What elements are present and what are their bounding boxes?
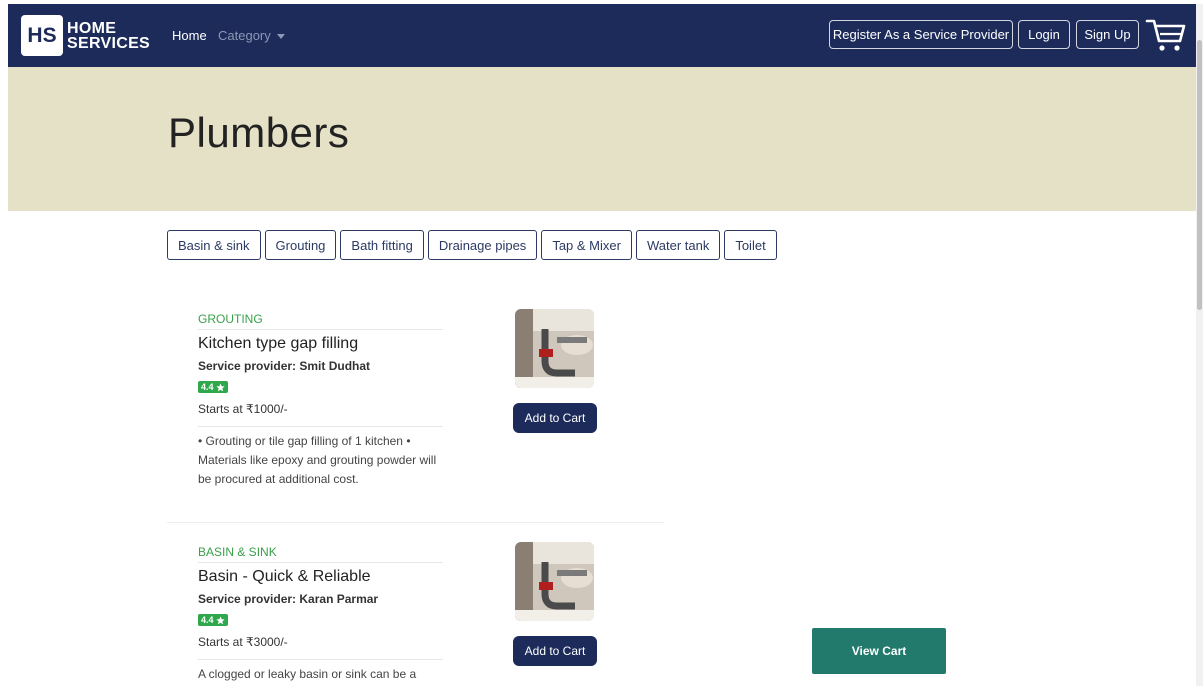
rating-value: 4.4 xyxy=(201,382,214,392)
service-image xyxy=(515,542,594,621)
caret-down-icon xyxy=(276,34,285,40)
service-description: A clogged or leaky basin or sink can be … xyxy=(198,667,417,681)
tab-tap-mixer[interactable]: Tap & Mixer xyxy=(541,230,632,260)
service-provider: Service provider: Karan Parmar xyxy=(198,592,379,606)
service-card: GROUTING Kitchen type gap filling Servic… xyxy=(198,312,443,489)
service-title: Kitchen type gap filling xyxy=(198,335,359,352)
tab-drainage-pipes[interactable]: Drainage pipes xyxy=(427,230,538,260)
tab-bath-fitting[interactable]: Bath fitting xyxy=(340,230,424,260)
cart-icon[interactable] xyxy=(1145,17,1187,53)
hero-banner: Plumbers xyxy=(8,67,1196,211)
register-provider-button[interactable]: Register As a Service Provider xyxy=(829,20,1013,49)
navbar: HS HOME SERVICES Home Category Register … xyxy=(8,4,1196,67)
nav-category-dropdown[interactable]: Category xyxy=(218,28,285,43)
service-description: • Grouting or tile gap filling of 1 kitc… xyxy=(198,434,437,486)
service-image xyxy=(515,309,594,388)
tab-grouting[interactable]: Grouting xyxy=(264,230,337,260)
rating-badge: 4.4 xyxy=(198,614,228,626)
service-provider: Service provider: Smit Dudhat xyxy=(198,359,371,373)
vertical-scrollbar[interactable] xyxy=(1196,4,1203,686)
logo-line-1: HOME xyxy=(67,19,117,37)
tab-basin-sink[interactable]: Basin & sink xyxy=(167,230,261,260)
rating-value: 4.4 xyxy=(201,615,214,625)
brand-logo[interactable]: HS HOME SERVICES xyxy=(21,15,150,56)
logo-text: HOME SERVICES xyxy=(67,19,151,52)
nav-home-link[interactable]: Home xyxy=(172,28,207,43)
tab-water-tank[interactable]: Water tank xyxy=(635,230,721,260)
service-price: Starts at ₹3000/- xyxy=(198,635,443,660)
service-price: Starts at ₹1000/- xyxy=(198,402,443,427)
service-title: Basin - Quick & Reliable xyxy=(198,568,371,585)
nav-category-label: Category xyxy=(218,28,271,43)
login-button[interactable]: Login xyxy=(1018,20,1070,49)
star-icon xyxy=(215,382,225,391)
logo-line-2: SERVICES xyxy=(67,34,151,52)
view-cart-button[interactable]: View Cart xyxy=(812,628,946,674)
service-category: BASIN & SINK xyxy=(198,545,443,563)
add-to-cart-button[interactable]: Add to Cart xyxy=(513,636,597,666)
scrollbar-thumb[interactable] xyxy=(1197,40,1202,310)
subcategory-tabs: Basin & sink Grouting Bath fitting Drain… xyxy=(167,230,777,260)
star-icon xyxy=(215,615,225,624)
card-divider xyxy=(167,522,664,523)
tab-toilet[interactable]: Toilet xyxy=(724,230,777,260)
service-card: BASIN & SINK Basin - Quick & Reliable Se… xyxy=(198,545,443,684)
page-title: Plumbers xyxy=(168,109,350,156)
rating-badge: 4.4 xyxy=(198,381,228,393)
service-category: GROUTING xyxy=(198,312,443,330)
add-to-cart-button[interactable]: Add to Cart xyxy=(513,403,597,433)
page: HS HOME SERVICES Home Category Register … xyxy=(8,4,1196,686)
logo-mark: HS xyxy=(21,15,63,56)
signup-button[interactable]: Sign Up xyxy=(1076,20,1139,49)
